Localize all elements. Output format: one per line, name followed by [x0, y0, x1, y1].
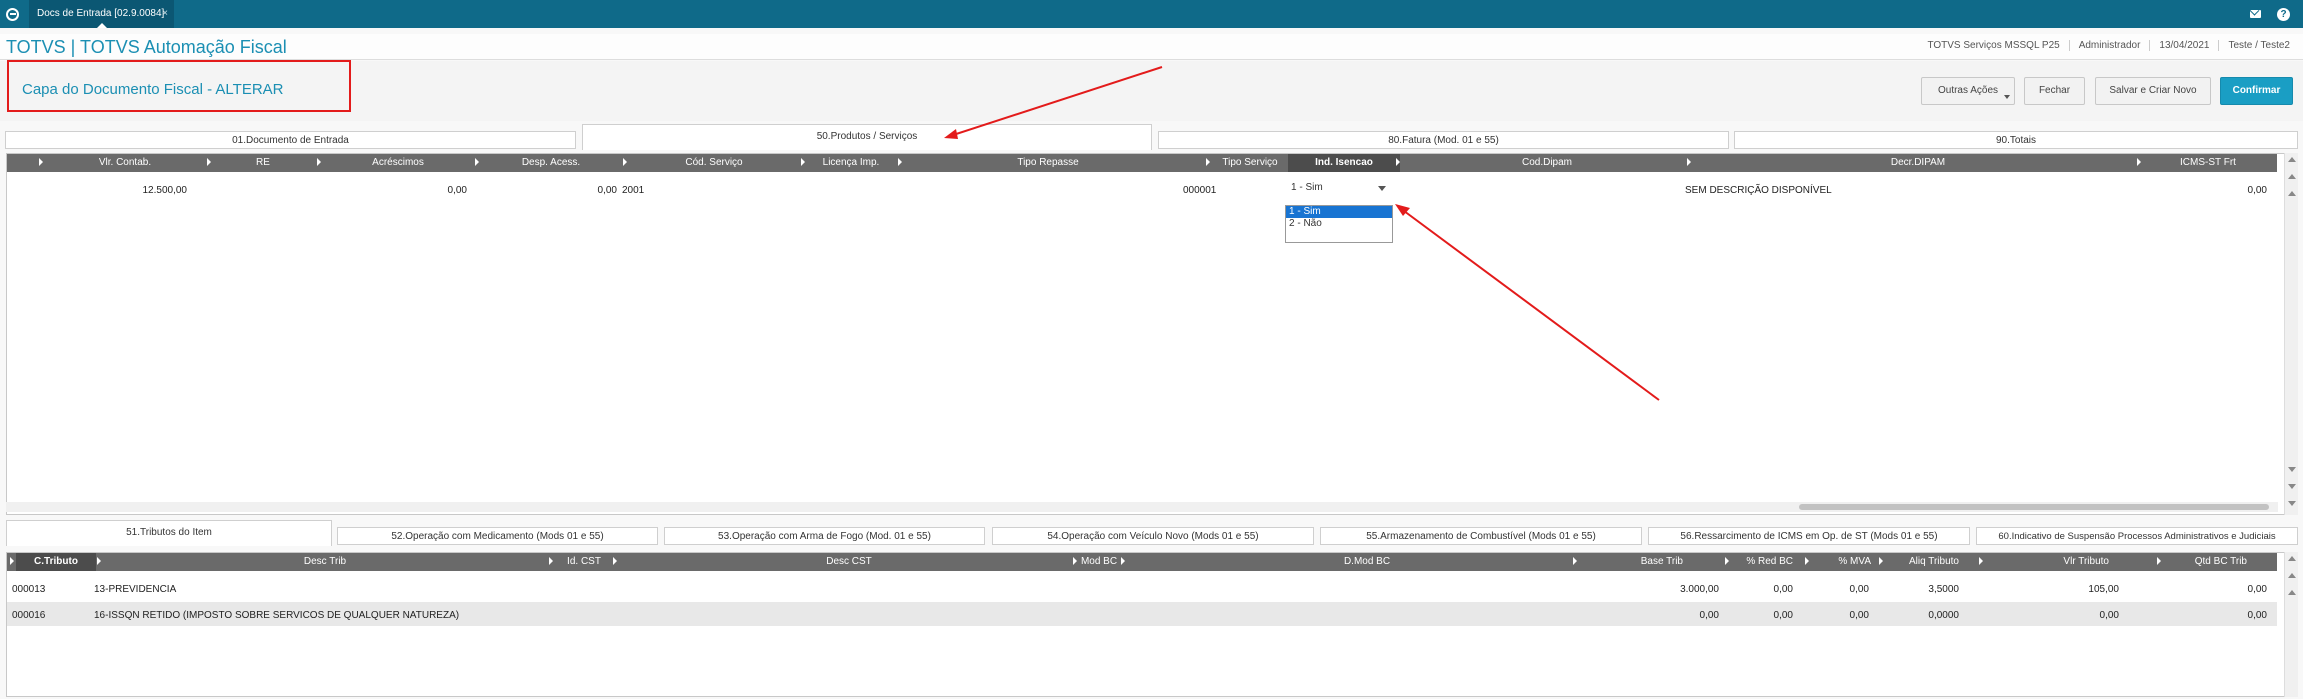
annotation-arrows	[944, 66, 1660, 401]
arrow-to-products-tab	[944, 66, 1163, 139]
arrow-to-dropdown	[1395, 204, 1660, 401]
